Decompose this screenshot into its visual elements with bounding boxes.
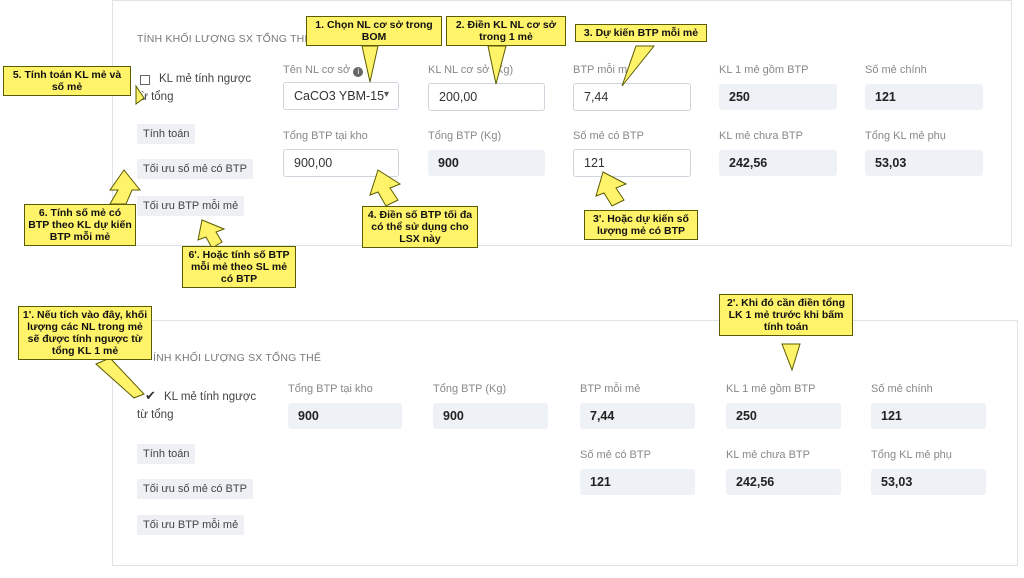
chevron-down-icon: ▾ [384, 89, 390, 100]
b-kl-batch-incl-value: 250 [726, 403, 841, 429]
sub-total-label: Tổng KL mẻ phụ [865, 130, 946, 142]
btp-per-batch-label: BTP mỗi mẻ [573, 64, 634, 76]
b-btp-per-batch-value: 7,44 [580, 403, 695, 429]
callout-3b: 3'. Hoặc dự kiến số lượng mẻ có BTP [584, 210, 698, 240]
btp-per-batch-input[interactable]: 7,44 [573, 83, 691, 111]
b-sub-total-label: Tổng KL mẻ phụ [871, 449, 952, 461]
bottom-calculate-button[interactable]: Tính toán [137, 444, 196, 464]
b-sub-total-value: 53,03 [871, 469, 986, 495]
callout-6b: 6'. Hoặc tính số BTP mỗi mẻ theo SL mẻ c… [182, 246, 296, 288]
top-calculate-button[interactable]: Tính toán [137, 124, 196, 144]
bottom-reverse-calc-label: KL mẻ tính ngược từ tổng [137, 391, 257, 421]
b-btp-per-batch-label: BTP mỗi mẻ [580, 383, 641, 395]
callout-2: 2. Điền KL NL cơ sở trong 1 mẻ [446, 16, 566, 46]
b-btp-total-value: 900 [433, 403, 548, 429]
main-batches-value: 121 [865, 84, 983, 110]
b-main-batches-label: Số mẻ chính [871, 383, 933, 395]
b-batches-btp-label: Số mẻ có BTP [580, 449, 651, 461]
b-kl-batch-excl-label: KL mẻ chưa BTP [726, 449, 810, 461]
btp-total-value: 900 [428, 150, 545, 176]
info-circle-icon: i [353, 67, 364, 77]
b-batches-btp-value: 121 [580, 469, 695, 495]
bottom-optimize-btp-button[interactable]: Tối ưu BTP mỗi mẻ [137, 515, 245, 535]
b-kl-batch-incl-label: KL 1 mẻ gồm BTP [726, 383, 816, 395]
b-btp-stock-label: Tổng BTP tại kho [288, 383, 373, 395]
base-qty-input[interactable]: 200,00 [428, 83, 545, 111]
sub-total-value: 53,03 [865, 150, 983, 176]
callout-2b: 2'. Khi đó cần điền tổng LK 1 mẻ trước k… [719, 294, 853, 336]
kl-batch-excl-value: 242,56 [719, 150, 837, 176]
callout-5: 5. Tính toán KL mẻ và số mẻ [3, 66, 131, 96]
kl-batch-excl-label: KL mẻ chưa BTP [719, 130, 803, 142]
callout-1b: 1'. Nếu tích vào đây, khối lượng các NL … [18, 306, 152, 360]
base-qty-label: KL NL cơ sở (Kg) [428, 64, 514, 76]
base-material-label: Tên NL cơ sở i [283, 64, 364, 77]
btp-stock-label: Tổng BTP tại kho [283, 130, 368, 142]
bottom-section-title: ÍNH KHỐI LƯỢNG SX TỔNG THỂ [153, 352, 322, 364]
b-btp-stock-value: 900 [288, 403, 402, 429]
b-main-batches-value: 121 [871, 403, 986, 429]
top-optimize-batches-button[interactable]: Tối ưu số mẻ có BTP [137, 159, 253, 179]
batches-btp-label: Số mẻ có BTP [573, 130, 644, 142]
kl-batch-incl-label: KL 1 mẻ gồm BTP [719, 64, 809, 76]
callout-4: 4. Điền số BTP tối đa có thể sử dụng cho… [362, 206, 478, 248]
b-kl-batch-excl-value: 242,56 [726, 469, 841, 495]
kl-batch-incl-value: 250 [719, 84, 837, 110]
callout-1: 1. Chọn NL cơ sở trong BOM [306, 16, 442, 46]
top-optimize-btp-button[interactable]: Tối ưu BTP mỗi mẻ [137, 196, 245, 216]
callout-3: 3. Dự kiến BTP mỗi mẻ [575, 24, 707, 42]
btp-stock-input[interactable]: 900,00 [283, 149, 399, 177]
main-batches-label: Số mẻ chính [865, 64, 927, 76]
callout-6: 6. Tính số mẻ có BTP theo KL dự kiến BTP… [24, 204, 136, 246]
top-section-title: TÍNH KHỐI LƯỢNG SX TỔNG THỂ [137, 33, 312, 45]
base-material-value: CaCO3 YBM-15 [294, 89, 385, 103]
top-reverse-calc-label: KL mẻ tính ngược từ tổng [137, 73, 252, 103]
b-btp-total-label: Tổng BTP (Kg) [433, 383, 507, 395]
bottom-optimize-batches-button[interactable]: Tối ưu số mẻ có BTP [137, 479, 253, 499]
btp-total-label: Tổng BTP (Kg) [428, 130, 502, 142]
base-material-select[interactable]: CaCO3 YBM-15 [283, 82, 399, 110]
batches-btp-input[interactable]: 121 [573, 149, 691, 177]
